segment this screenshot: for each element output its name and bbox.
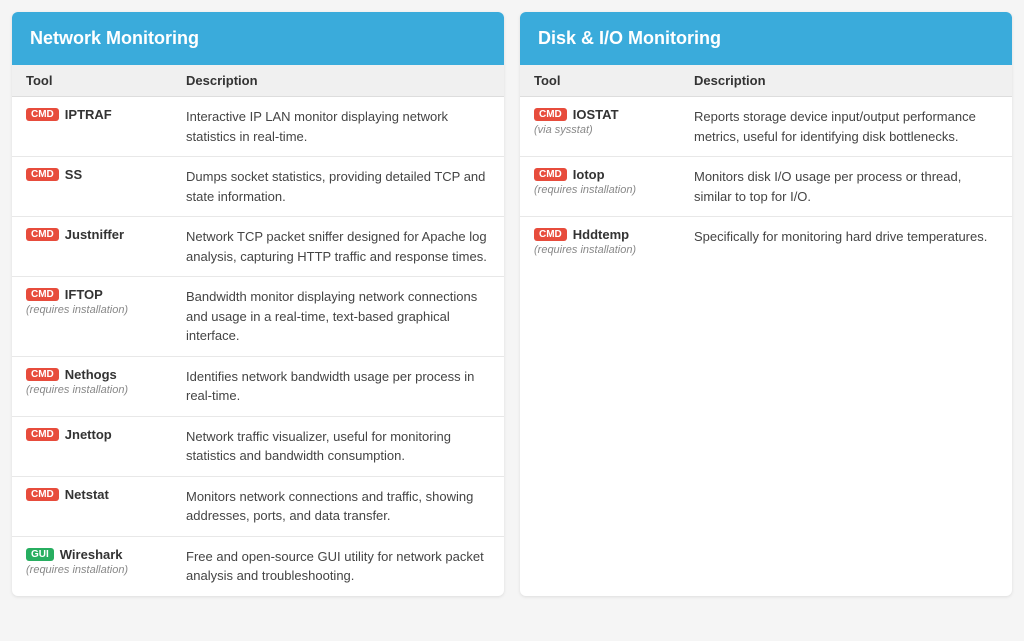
- disk-tool-note-0: (via sysstat): [534, 124, 593, 136]
- table-row: GUI Wireshark (requires installation) Free …: [12, 537, 504, 596]
- disk-tool-name-row-1: CMD Iotop: [534, 167, 605, 182]
- net-desc-0: Interactive IP LAN monitor displaying ne…: [186, 107, 490, 146]
- disk-tool-name-2: Hddtemp: [573, 227, 629, 242]
- network-panel: Network Monitoring Tool Description CMD I…: [12, 12, 504, 596]
- disk-tool-name-1: Iotop: [573, 167, 605, 182]
- table-row: CMD Jnettop Network traffic visualizer, us…: [12, 417, 504, 477]
- net-badge-1: CMD: [26, 168, 59, 181]
- net-tool-name-row-0: CMD IPTRAF: [26, 107, 112, 122]
- table-row: CMD Justniffer Network TCP packet sniffer …: [12, 217, 504, 277]
- disk-table-header: Tool Description: [520, 65, 1012, 97]
- net-tool-cell-3: CMD IFTOP (requires installation): [26, 287, 186, 316]
- disk-panel-header: Disk & I/O Monitoring: [520, 12, 1012, 65]
- table-row: CMD Iotop (requires installation) Monitors …: [520, 157, 1012, 217]
- net-tool-note-4: (requires installation): [26, 384, 128, 396]
- net-tool-name-row-2: CMD Justniffer: [26, 227, 124, 242]
- network-col-tool: Tool: [26, 73, 186, 88]
- disk-badge-2: CMD: [534, 228, 567, 241]
- disk-tool-cell-1: CMD Iotop (requires installation): [534, 167, 694, 196]
- net-desc-4: Identifies network bandwidth usage per p…: [186, 367, 490, 406]
- table-row: CMD Hddtemp (requires installation) Specifi…: [520, 217, 1012, 266]
- net-tool-name-5: Jnettop: [65, 427, 112, 442]
- net-tool-name-7: Wireshark: [60, 547, 123, 562]
- net-tool-name-2: Justniffer: [65, 227, 124, 242]
- table-row: CMD IFTOP (requires installation) Bandwidth…: [12, 277, 504, 357]
- disk-badge-1: CMD: [534, 168, 567, 181]
- net-tool-name-1: SS: [65, 167, 82, 182]
- table-row: CMD IOSTAT (via sysstat) Reports storage de…: [520, 97, 1012, 157]
- net-desc-5: Network traffic visualizer, useful for m…: [186, 427, 490, 466]
- net-badge-5: CMD: [26, 428, 59, 441]
- net-tool-name-6: Netstat: [65, 487, 109, 502]
- disk-tool-name-row-0: CMD IOSTAT: [534, 107, 619, 122]
- net-desc-7: Free and open-source GUI utility for net…: [186, 547, 490, 586]
- network-table-header: Tool Description: [12, 65, 504, 97]
- net-tool-cell-6: CMD Netstat: [26, 487, 186, 502]
- disk-col-desc: Description: [694, 73, 998, 88]
- disk-panel-title: Disk & I/O Monitoring: [538, 28, 721, 48]
- net-tool-cell-7: GUI Wireshark (requires installation): [26, 547, 186, 576]
- disk-table-body: CMD IOSTAT (via sysstat) Reports storage de…: [520, 97, 1012, 266]
- disk-tool-note-2: (requires installation): [534, 244, 636, 256]
- disk-desc-2: Specifically for monitoring hard drive t…: [694, 227, 998, 247]
- net-tool-name-row-6: CMD Netstat: [26, 487, 109, 502]
- net-tool-name-row-1: CMD SS: [26, 167, 82, 182]
- net-tool-cell-0: CMD IPTRAF: [26, 107, 186, 122]
- net-desc-2: Network TCP packet sniffer designed for …: [186, 227, 490, 266]
- network-col-desc: Description: [186, 73, 490, 88]
- net-badge-0: CMD: [26, 108, 59, 121]
- net-badge-7: GUI: [26, 548, 54, 561]
- net-tool-cell-5: CMD Jnettop: [26, 427, 186, 442]
- network-panel-header: Network Monitoring: [12, 12, 504, 65]
- table-row: CMD Netstat Monitors network connections a…: [12, 477, 504, 537]
- table-row: CMD Nethogs (requires installation) Identif…: [12, 357, 504, 417]
- disk-tool-note-1: (requires installation): [534, 184, 636, 196]
- network-table-body: CMD IPTRAF Interactive IP LAN monitor disp…: [12, 97, 504, 596]
- disk-panel: Disk & I/O Monitoring Tool Description C…: [520, 12, 1012, 596]
- net-tool-note-7: (requires installation): [26, 564, 128, 576]
- network-panel-title: Network Monitoring: [30, 28, 199, 48]
- net-tool-name-row-3: CMD IFTOP: [26, 287, 103, 302]
- net-tool-name-3: IFTOP: [65, 287, 103, 302]
- disk-tool-cell-0: CMD IOSTAT (via sysstat): [534, 107, 694, 136]
- table-row: CMD SS Dumps socket statistics, providing …: [12, 157, 504, 217]
- net-desc-1: Dumps socket statistics, providing detai…: [186, 167, 490, 206]
- disk-col-tool: Tool: [534, 73, 694, 88]
- disk-desc-1: Monitors disk I/O usage per process or t…: [694, 167, 998, 206]
- net-tool-name-row-7: GUI Wireshark: [26, 547, 123, 562]
- net-badge-2: CMD: [26, 228, 59, 241]
- net-badge-4: CMD: [26, 368, 59, 381]
- table-row: CMD IPTRAF Interactive IP LAN monitor disp…: [12, 97, 504, 157]
- disk-tool-cell-2: CMD Hddtemp (requires installation): [534, 227, 694, 256]
- net-tool-name-row-4: CMD Nethogs: [26, 367, 117, 382]
- net-tool-cell-2: CMD Justniffer: [26, 227, 186, 242]
- net-tool-name-4: Nethogs: [65, 367, 117, 382]
- disk-desc-0: Reports storage device input/output perf…: [694, 107, 998, 146]
- disk-tool-name-row-2: CMD Hddtemp: [534, 227, 629, 242]
- net-tool-note-3: (requires installation): [26, 304, 128, 316]
- net-badge-6: CMD: [26, 488, 59, 501]
- net-desc-3: Bandwidth monitor displaying network con…: [186, 287, 490, 346]
- net-badge-3: CMD: [26, 288, 59, 301]
- page-container: Network Monitoring Tool Description CMD I…: [12, 12, 1012, 596]
- net-tool-cell-1: CMD SS: [26, 167, 186, 182]
- net-tool-name-row-5: CMD Jnettop: [26, 427, 112, 442]
- disk-tool-name-0: IOSTAT: [573, 107, 619, 122]
- net-desc-6: Monitors network connections and traffic…: [186, 487, 490, 526]
- disk-badge-0: CMD: [534, 108, 567, 121]
- net-tool-name-0: IPTRAF: [65, 107, 112, 122]
- net-tool-cell-4: CMD Nethogs (requires installation): [26, 367, 186, 396]
